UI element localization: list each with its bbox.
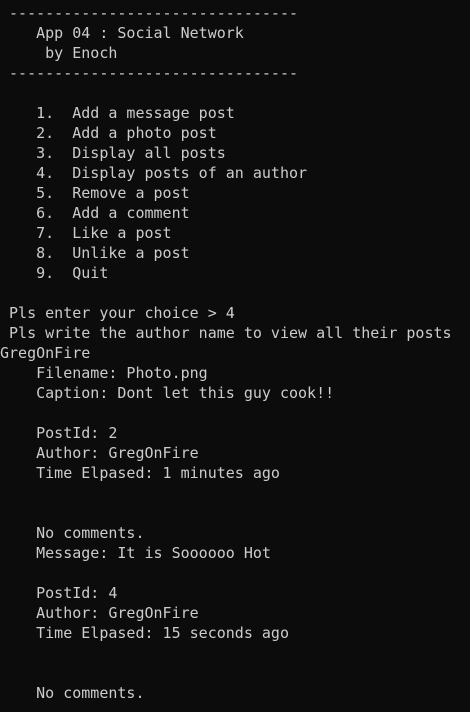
post-message: Message: It is Soooooo Hot <box>0 544 271 562</box>
menu-option-5: 5. Remove a post <box>0 184 190 202</box>
menu-option-7: 7. Like a post <box>0 224 172 242</box>
choice-prompt: Pls enter your choice > 4 <box>0 304 235 322</box>
menu-option-9: 9. Quit <box>0 264 109 282</box>
menu-option-1: 1. Add a message post <box>0 104 235 122</box>
post-time-elapsed: Time Elpased: 1 minutes ago <box>0 464 280 482</box>
post-caption: Caption: Dont let this guy cook!! <box>0 384 335 402</box>
post-comments: No comments. <box>0 684 145 702</box>
menu-option-6: 6. Add a comment <box>0 204 190 222</box>
menu-option-2: 2. Add a photo post <box>0 124 217 142</box>
menu-option-8: 8. Unlike a post <box>0 244 190 262</box>
post-filename: Filename: Photo.png <box>0 364 208 382</box>
post-id: PostId: 2 <box>0 424 118 442</box>
header-divider-bottom: -------------------------------- <box>0 64 299 82</box>
post-time-elapsed: Time Elpased: 15 seconds ago <box>0 624 289 642</box>
post-id: PostId: 4 <box>0 584 118 602</box>
app-title: App 04 : Social Network <box>0 24 244 42</box>
author-prompt: Pls write the author name to view all th… <box>0 324 452 342</box>
menu-option-3: 3. Display all posts <box>0 144 226 162</box>
app-author: by Enoch <box>0 44 118 62</box>
menu-option-4: 4. Display posts of an author <box>0 164 308 182</box>
header-divider-top: -------------------------------- <box>0 4 299 22</box>
post-author: Author: GregOnFire <box>0 604 199 622</box>
console-window[interactable]: -------------------------------- App 04 … <box>0 3 470 712</box>
user-input-author: GregOnFire <box>0 344 91 362</box>
post-author: Author: GregOnFire <box>0 444 199 462</box>
post-comments: No comments. <box>0 524 145 542</box>
